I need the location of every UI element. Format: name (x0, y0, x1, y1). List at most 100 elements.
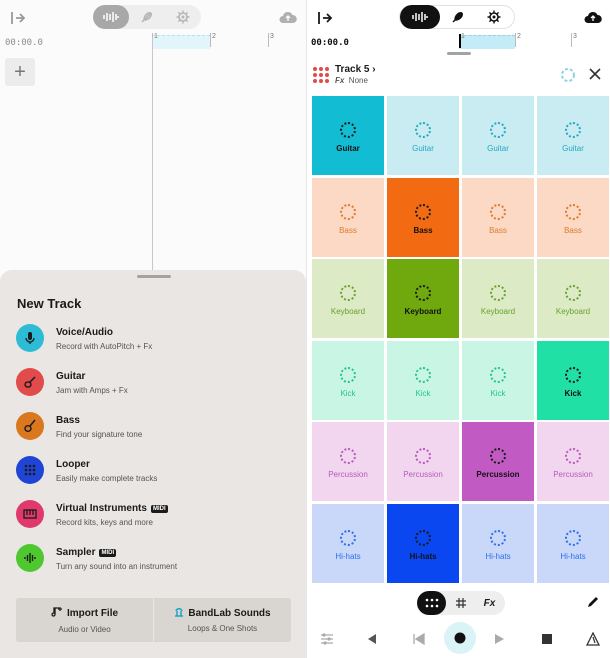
skip-back-icon[interactable] (405, 622, 433, 656)
cloud-upload-icon[interactable] (278, 9, 298, 25)
pad-guitar[interactable]: Guitar (387, 96, 459, 175)
pad-kick[interactable]: Kick (462, 340, 534, 420)
timeline-ruler[interactable]: 1 2 3 (459, 33, 610, 49)
dots-view-icon[interactable] (417, 591, 446, 615)
loop-sync-icon[interactable] (560, 67, 576, 88)
cloud-upload-icon[interactable] (583, 9, 603, 25)
panel-handle[interactable] (447, 52, 471, 55)
bandlab-logo-icon (174, 607, 184, 620)
playhead[interactable] (459, 34, 461, 48)
playhead[interactable] (152, 38, 153, 278)
loop-region[interactable] (152, 35, 210, 49)
right-screen: 00:00.0 1 2 3 Track 5 › Fx None Guitar Gu… (306, 0, 610, 658)
settings-icon[interactable] (165, 5, 201, 29)
ruler-mark: 1 (461, 33, 465, 40)
option-guitar[interactable]: Guitar Jam with Amps + Fx (16, 368, 286, 400)
exit-icon[interactable] (315, 8, 335, 28)
stop-icon[interactable] (533, 622, 561, 656)
pad-label: Guitar (487, 144, 509, 153)
waveform-mode-icon[interactable] (400, 5, 440, 29)
chevron-right-icon: › (372, 64, 376, 75)
ruler-mark: 2 (212, 33, 216, 40)
pad-label: Guitar (412, 144, 434, 153)
exit-icon[interactable] (8, 8, 28, 28)
pad-label: Hi-hats (485, 551, 511, 561)
pad-bass-active[interactable]: Bass (387, 177, 459, 257)
pad-kick[interactable]: Kick (312, 340, 384, 420)
pad-percussion[interactable]: Percussion (312, 422, 384, 501)
timeline-ruler[interactable]: 1 2 3 (152, 33, 306, 49)
pad-kick-active[interactable]: Kick (537, 340, 609, 420)
option-virtual-instruments[interactable]: Virtual Instruments MIDI Record kits, key… (16, 500, 286, 532)
waveform-mode-icon[interactable] (93, 5, 129, 29)
record-button[interactable] (444, 622, 476, 654)
loop-region[interactable] (459, 35, 515, 49)
bandlab-sounds-title: BandLab Sounds (188, 608, 271, 619)
pad-loop-icon (490, 203, 506, 220)
pad-loop-icon (415, 203, 431, 220)
tuner-icon[interactable] (579, 622, 607, 656)
pad-percussion-active[interactable]: Percussion (462, 422, 534, 501)
feather-icon[interactable] (129, 5, 165, 29)
fx-view-button[interactable]: Fx (475, 591, 504, 615)
pad-loop-icon (340, 529, 356, 546)
pad-keyboard[interactable]: Keyboard (462, 259, 534, 338)
midi-badge: MIDI (99, 549, 117, 557)
pad-bass[interactable]: Bass (312, 177, 384, 257)
ruler-mark: 1 (154, 33, 158, 40)
pad-label: Percussion (553, 470, 593, 479)
ruler-mark: 3 (573, 33, 577, 40)
close-icon[interactable] (588, 67, 602, 86)
pad-hi-hats-active[interactable]: Hi-hats (387, 503, 459, 583)
ruler-mark: 2 (517, 33, 521, 40)
pad-hi-hats[interactable]: Hi-hats (462, 503, 534, 583)
sheet-handle[interactable] (137, 275, 171, 278)
pad-keyboard[interactable]: Keyboard (312, 259, 384, 338)
pad-label: Bass (339, 225, 357, 235)
option-title: Sampler MIDI (56, 547, 117, 558)
grid-view-icon[interactable] (446, 591, 475, 615)
pad-loop-icon (565, 529, 581, 546)
play-icon[interactable] (485, 622, 513, 656)
track-name-button[interactable]: Track 5 › (335, 64, 376, 75)
time-display: 00:00.0 (5, 38, 43, 48)
option-voice-audio[interactable]: Voice/Audio Record with AutoPitch + Fx (16, 324, 286, 356)
pad-percussion[interactable]: Percussion (537, 422, 609, 501)
pad-keyboard[interactable]: Keyboard (537, 259, 609, 338)
metronome-icon[interactable] (359, 622, 387, 656)
ruler-mark: 3 (270, 33, 274, 40)
pad-loop-icon (490, 529, 506, 546)
bass-icon (16, 412, 44, 440)
pad-hi-hats[interactable]: Hi-hats (537, 503, 609, 583)
pad-label: Guitar (336, 144, 360, 153)
option-looper[interactable]: Looper Easily make complete tracks (16, 456, 286, 488)
pad-guitar-active[interactable]: Guitar (312, 96, 384, 175)
pad-percussion[interactable]: Percussion (387, 422, 459, 501)
pad-bass[interactable]: Bass (462, 177, 534, 257)
add-track-button[interactable]: + (5, 58, 35, 86)
import-file-button[interactable]: Import File Audio or Video (16, 598, 154, 642)
feather-icon[interactable] (440, 5, 476, 29)
option-sampler[interactable]: Sampler MIDI Turn any sound into an instr… (16, 544, 286, 576)
pad-loop-icon (340, 203, 356, 220)
settings-icon[interactable] (476, 5, 512, 29)
pad-keyboard-active[interactable]: Keyboard (387, 259, 459, 338)
pad-bass[interactable]: Bass (537, 177, 609, 257)
pad-label: Guitar (562, 144, 584, 153)
pencil-icon[interactable] (586, 595, 600, 609)
bandlab-sounds-button[interactable]: BandLab Sounds Loops & One Shots (154, 598, 291, 642)
top-bar (307, 0, 610, 34)
pad-loop-icon (340, 366, 356, 383)
pad-loop-icon (490, 448, 506, 464)
track-fx[interactable]: Fx None (335, 76, 368, 85)
transport-bar (307, 622, 610, 658)
option-bass[interactable]: Bass Find your signature tone (16, 412, 286, 444)
pad-loop-icon (415, 285, 431, 301)
looper-icon (16, 456, 44, 484)
mixer-icon[interactable] (313, 622, 341, 656)
pad-grid: Guitar Guitar Guitar Guitar Bass Bass Bass Bass… (312, 96, 609, 583)
pad-kick[interactable]: Kick (387, 340, 459, 420)
pad-guitar[interactable]: Guitar (537, 96, 609, 175)
pad-hi-hats[interactable]: Hi-hats (312, 503, 384, 583)
pad-guitar[interactable]: Guitar (462, 96, 534, 175)
